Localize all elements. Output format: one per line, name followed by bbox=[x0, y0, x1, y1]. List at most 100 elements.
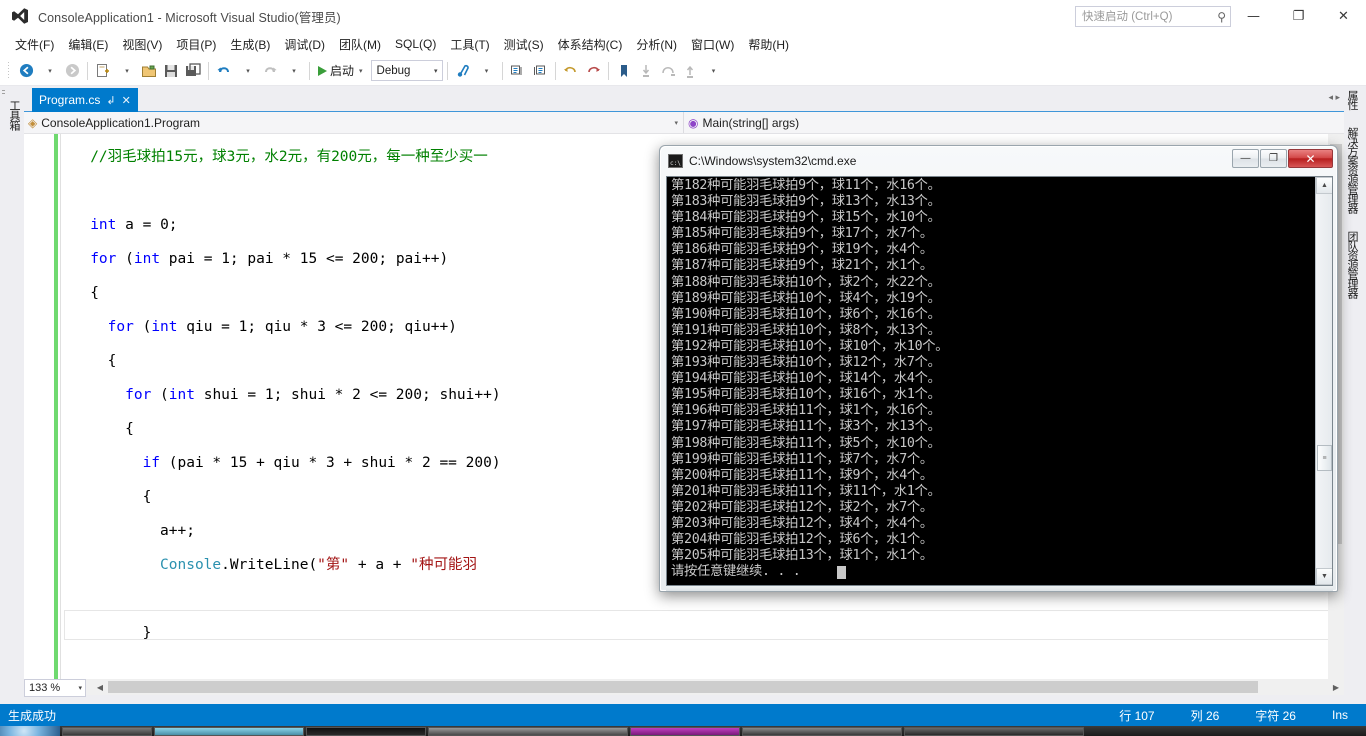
menu-item-2[interactable]: 视图(V) bbox=[115, 33, 169, 56]
minimize-button[interactable]: — bbox=[1231, 0, 1276, 32]
taskbar-item[interactable] bbox=[742, 726, 902, 736]
type-dropdown[interactable]: ◈ ConsoleApplication1.Program ▾ bbox=[24, 112, 684, 133]
uncomment-selection-icon[interactable] bbox=[529, 60, 551, 82]
close-button[interactable]: ✕ bbox=[1321, 0, 1366, 32]
taskbar-item[interactable] bbox=[630, 726, 740, 736]
redo-dropdown[interactable]: ▾ bbox=[283, 60, 305, 82]
menu-item-8[interactable]: 工具(T) bbox=[443, 33, 496, 56]
undo-dropdown[interactable]: ▾ bbox=[237, 60, 259, 82]
code-line: if (pai * 15 + qiu * 3 + shui * 2 == 200… bbox=[142, 455, 501, 471]
tab-program-cs[interactable]: Program.cs ↲ ✕ bbox=[32, 88, 138, 112]
step-over-icon[interactable] bbox=[657, 60, 679, 82]
editor-horizontal-scrollbar[interactable]: ◀ ▶ bbox=[24, 679, 1344, 695]
console-close-button[interactable]: ✕ bbox=[1288, 149, 1333, 168]
step-out-icon[interactable] bbox=[679, 60, 701, 82]
member-name: Main(string[] args) bbox=[702, 115, 800, 130]
taskbar-item[interactable] bbox=[428, 726, 628, 736]
comment-selection-icon[interactable] bbox=[507, 60, 529, 82]
console-line: 第204种可能羽毛球拍12个，球6个，水1个。 bbox=[671, 532, 933, 548]
console-line: 第205种可能羽毛球拍13个，球1个，水1个。 bbox=[671, 548, 933, 564]
indicator-margin[interactable] bbox=[24, 134, 54, 679]
menu-item-3[interactable]: 项目(P) bbox=[169, 33, 223, 56]
code-line: { bbox=[107, 353, 117, 369]
taskbar-item[interactable] bbox=[306, 726, 426, 736]
close-icon[interactable]: ✕ bbox=[122, 94, 131, 107]
maximize-button[interactable]: ❐ bbox=[1276, 0, 1321, 32]
sidebar-item-right-1[interactable]: 解决方案资源管理器 bbox=[1344, 123, 1359, 217]
console-line: 第192种可能羽毛球拍10个，球10个，水10个。 bbox=[671, 338, 949, 354]
menu-item-11[interactable]: 分析(N) bbox=[629, 33, 684, 56]
menu-item-9[interactable]: 测试(S) bbox=[497, 33, 551, 56]
sidebar-item-right-0[interactable]: 属性 bbox=[1344, 86, 1359, 113]
step-into-icon[interactable] bbox=[635, 60, 657, 82]
menu-item-1[interactable]: 编辑(E) bbox=[61, 33, 115, 56]
sidebar-item-toolbox[interactable]: 工具箱 bbox=[2, 94, 22, 136]
console-minimize-button[interactable]: — bbox=[1232, 149, 1259, 168]
navigate-back-dropdown[interactable]: ▾ bbox=[39, 60, 61, 82]
undo-navigation-icon[interactable] bbox=[560, 60, 582, 82]
menu-item-13[interactable]: 帮助(H) bbox=[741, 33, 796, 56]
quick-launch-input[interactable]: 快速启动 (Ctrl+Q) ⚲ bbox=[1075, 5, 1231, 27]
redo-navigation-icon[interactable] bbox=[582, 60, 604, 82]
save-all-icon[interactable] bbox=[182, 60, 204, 82]
configuration-combo[interactable]: Debug ▾ bbox=[370, 60, 443, 81]
zoom-level-combo[interactable]: 133 % ▾ bbox=[24, 679, 86, 697]
tab-scroll-chevron-icon[interactable]: ◂ ▸ bbox=[1328, 92, 1340, 103]
console-scroll-down-icon[interactable]: ▼ bbox=[1316, 568, 1332, 585]
console-scroll-thumb[interactable]: ≡ bbox=[1317, 445, 1332, 471]
save-icon[interactable] bbox=[160, 60, 182, 82]
console-maximize-button[interactable]: ❐ bbox=[1260, 149, 1287, 168]
attach-dropdown[interactable]: ▾ bbox=[476, 60, 498, 82]
redo-icon[interactable] bbox=[259, 60, 281, 82]
menu-item-0[interactable]: 文件(F) bbox=[8, 33, 61, 56]
toolbar-separator bbox=[501, 61, 503, 80]
play-icon bbox=[318, 65, 327, 76]
sidebar-item-right-2[interactable]: 团队资源管理器 bbox=[1344, 227, 1359, 302]
left-dock: 工具箱 bbox=[0, 86, 24, 690]
horizontal-scroll-thumb[interactable] bbox=[108, 681, 1258, 693]
scroll-left-icon[interactable]: ◀ bbox=[92, 683, 108, 692]
taskbar-item[interactable] bbox=[62, 726, 152, 736]
menu-item-12[interactable]: 窗口(W) bbox=[684, 33, 741, 56]
new-project-icon[interactable] bbox=[92, 60, 114, 82]
menu-item-4[interactable]: 生成(B) bbox=[223, 33, 277, 56]
taskbar-item[interactable] bbox=[904, 726, 1084, 736]
toolbar-overflow-icon[interactable]: ▾ bbox=[703, 60, 725, 82]
console-output-area[interactable]: 第182种可能羽毛球拍9个，球11个，水16个。 第183种可能羽毛球拍9个，球1… bbox=[666, 176, 1333, 586]
visual-studio-logo-icon bbox=[10, 6, 30, 26]
start-button[interactable] bbox=[0, 726, 60, 736]
right-dock: 属性解决方案资源管理器团队资源管理器 bbox=[1344, 86, 1366, 690]
navigate-forward-icon[interactable] bbox=[61, 60, 83, 82]
console-text: 第182种可能羽毛球拍9个，球11个，水16个。 第183种可能羽毛球拍9个，球1… bbox=[671, 178, 949, 580]
start-debug-button[interactable]: 启动 ▾ bbox=[314, 60, 367, 82]
horizontal-scroll-track[interactable] bbox=[108, 680, 1328, 694]
menu-item-10[interactable]: 体系结构(C) bbox=[551, 33, 630, 56]
menu-item-7[interactable]: SQL(Q) bbox=[388, 34, 443, 54]
pin-icon[interactable]: ↲ bbox=[106, 94, 115, 107]
chevron-down-icon[interactable]: ▾ bbox=[359, 67, 363, 75]
menu-item-6[interactable]: 团队(M) bbox=[332, 33, 388, 56]
scroll-right-icon[interactable]: ▶ bbox=[1328, 683, 1344, 692]
member-dropdown[interactable]: ◉ Main(string[] args) bbox=[684, 112, 1344, 133]
navigate-back-icon[interactable] bbox=[15, 60, 37, 82]
open-file-icon[interactable] bbox=[138, 60, 160, 82]
console-vertical-scrollbar[interactable]: ▲ ≡ ▼ bbox=[1315, 177, 1332, 585]
toolbar-separator bbox=[554, 61, 556, 80]
toolbar-grip[interactable] bbox=[6, 61, 13, 80]
code-text[interactable]: //羽毛球拍15元，球3元，水2元，有200元，每一种至少买一 int a = … bbox=[64, 140, 501, 679]
taskbar-item[interactable] bbox=[154, 726, 304, 736]
bookmark-icon[interactable] bbox=[613, 60, 635, 82]
console-line: 第201种可能羽毛球拍11个，球11个，水1个。 bbox=[671, 483, 941, 499]
attach-to-process-icon[interactable] bbox=[452, 60, 474, 82]
menu-item-5[interactable]: 调试(D) bbox=[277, 33, 332, 56]
new-project-dropdown[interactable]: ▾ bbox=[116, 60, 138, 82]
console-scroll-up-icon[interactable]: ▲ bbox=[1316, 177, 1332, 194]
command-prompt-window[interactable]: c:\ C:\Windows\system32\cmd.exe — ❐ ✕ 第1… bbox=[659, 145, 1338, 592]
undo-icon[interactable] bbox=[213, 60, 235, 82]
document-tab-strip: Program.cs ↲ ✕ ◂ ▸ bbox=[24, 86, 1344, 112]
console-horizontal-scrollbar[interactable] bbox=[666, 586, 1333, 591]
console-line: 第190种可能羽毛球拍10个，球6个，水16个。 bbox=[671, 306, 941, 322]
code-line: Console.WriteLine("第" + a + "种可能羽 bbox=[160, 557, 477, 573]
